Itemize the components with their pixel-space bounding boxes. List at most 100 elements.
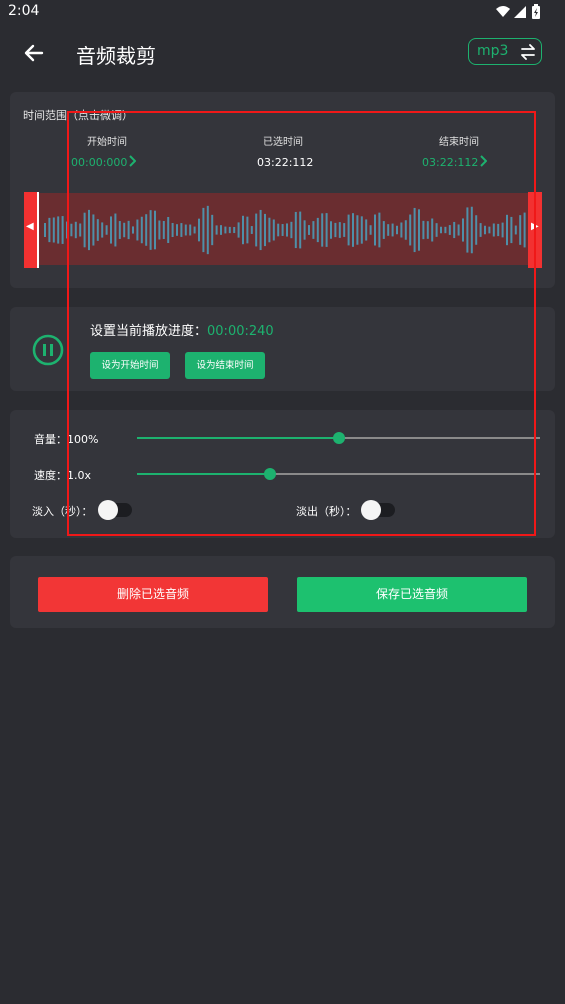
waveform-bar: [308, 225, 310, 235]
fade-out-label: 淡出（秒）：: [296, 505, 357, 518]
waveform-bar: [369, 225, 372, 235]
waveform-bar: [277, 223, 280, 237]
delete-selected-button[interactable]: 删除已选音频: [38, 577, 268, 612]
volume-value: 100%: [67, 433, 99, 446]
waveform-bar: [488, 226, 491, 234]
waveform-bar: [409, 214, 412, 246]
fade-out-toggle[interactable]: [361, 500, 395, 520]
volume-slider[interactable]: [137, 432, 540, 444]
waveform-bar: [523, 212, 526, 248]
waveform-bar: [193, 226, 196, 234]
waveform-bar: [184, 224, 187, 236]
chevron-right-icon[interactable]: [479, 155, 487, 167]
waveform-bar: [233, 226, 236, 234]
waveform-bar: [162, 220, 165, 240]
waveform-bar: [374, 214, 376, 246]
waveform-bar: [167, 216, 170, 244]
waveform-bar: [356, 215, 359, 245]
waveform-bar: [44, 223, 46, 237]
volume-slider-thumb[interactable]: [332, 432, 345, 444]
waveform-bar: [501, 222, 504, 238]
waveform-bar: [352, 213, 354, 247]
left-handle-arrow-icon: ◀: [26, 221, 34, 232]
swap-icon: [521, 44, 535, 60]
waveform-bar: [338, 222, 341, 238]
speed-slider-thumb[interactable]: [263, 468, 276, 480]
waveform-bar: [404, 220, 407, 240]
waveform-bar: [272, 219, 275, 241]
waveform-bar: [70, 223, 73, 237]
waveform-bar: [343, 223, 346, 237]
waveform-bar: [497, 223, 500, 237]
left-trim-handle[interactable]: ◀: [24, 192, 38, 268]
status-time: 2:04: [8, 3, 40, 19]
fade-in-toggle[interactable]: [98, 500, 132, 520]
waveform: [44, 205, 526, 255]
speed-slider[interactable]: [137, 468, 540, 480]
playback-progress-value: 00:00:240: [207, 324, 274, 339]
waveform-bar: [211, 214, 214, 246]
waveform-bar: [431, 218, 434, 242]
waveform-bar: [391, 223, 394, 237]
waveform-bar: [347, 214, 350, 246]
adjust-card: 音量：100% 速度：1.0x 淡入（秒）： 淡出（秒）：: [10, 410, 555, 538]
waveform-bar: [444, 226, 447, 234]
waveform-bar: [506, 214, 508, 246]
time-range-title[interactable]: 时间范围（点击微调）: [23, 107, 133, 123]
waveform-bar: [228, 226, 231, 234]
waveform-bar: [418, 209, 420, 251]
waveform-bar: [259, 209, 262, 251]
waveform-bar: [105, 225, 108, 235]
fade-out-toggle-thumb: [361, 500, 381, 520]
right-handle-arrow-icon: ▶: [531, 221, 539, 232]
save-selected-button[interactable]: 保存已选音频: [297, 577, 527, 612]
waveform-bar: [334, 222, 337, 238]
waveform-bar: [426, 221, 429, 239]
status-bar: 2:04: [0, 0, 565, 24]
waveform-bar: [101, 222, 104, 238]
waveform-bar: [114, 213, 117, 247]
volume-label: 音量：: [34, 433, 67, 446]
speed-label: 速度：: [34, 469, 67, 482]
waveform-bar: [176, 224, 178, 236]
waveform-bar: [299, 211, 302, 249]
waveform-bar: [330, 221, 332, 239]
waveform-bar: [96, 219, 99, 241]
waveform-bar: [466, 207, 469, 253]
waveform-bar: [325, 213, 328, 247]
status-icons: [496, 4, 540, 19]
end-time-value[interactable]: 03:22:112: [422, 156, 478, 169]
waveform-bar: [145, 214, 148, 246]
start-time-label: 开始时间: [87, 137, 127, 148]
waveform-bar: [123, 222, 126, 238]
format-switch-button[interactable]: mp3: [468, 38, 542, 65]
waveform-bar: [88, 209, 90, 251]
playback-cursor[interactable]: [37, 192, 39, 268]
waveform-bar: [140, 216, 143, 244]
waveform-bar: [470, 206, 473, 254]
waveform-bar: [382, 221, 385, 239]
fade-in-toggle-thumb: [98, 500, 118, 520]
waveform-selector[interactable]: ◀ ▶: [24, 192, 542, 268]
waveform-bar: [83, 212, 86, 248]
waveform-bar: [316, 217, 319, 243]
waveform-bar: [136, 219, 139, 241]
pause-icon[interactable]: [32, 334, 64, 366]
right-trim-handle[interactable]: ▶: [528, 192, 542, 268]
wifi-icon: [496, 6, 510, 17]
waveform-bar: [132, 226, 134, 234]
set-end-button[interactable]: 设为结束时间: [185, 352, 265, 379]
waveform-bar: [365, 219, 368, 241]
set-start-button[interactable]: 设为开始时间: [90, 352, 170, 379]
waveform-bar: [492, 223, 495, 237]
start-time-value[interactable]: 00:00:000: [71, 156, 127, 169]
back-arrow-icon[interactable]: [22, 41, 46, 65]
waveform-bar: [127, 220, 130, 240]
speed-slider-fill: [137, 473, 270, 475]
waveform-bar: [510, 216, 513, 244]
waveform-bar: [387, 224, 390, 236]
waveform-bar: [250, 226, 253, 234]
waveform-bar: [158, 220, 161, 240]
waveform-bar: [180, 223, 183, 237]
chevron-right-icon[interactable]: [128, 155, 136, 167]
